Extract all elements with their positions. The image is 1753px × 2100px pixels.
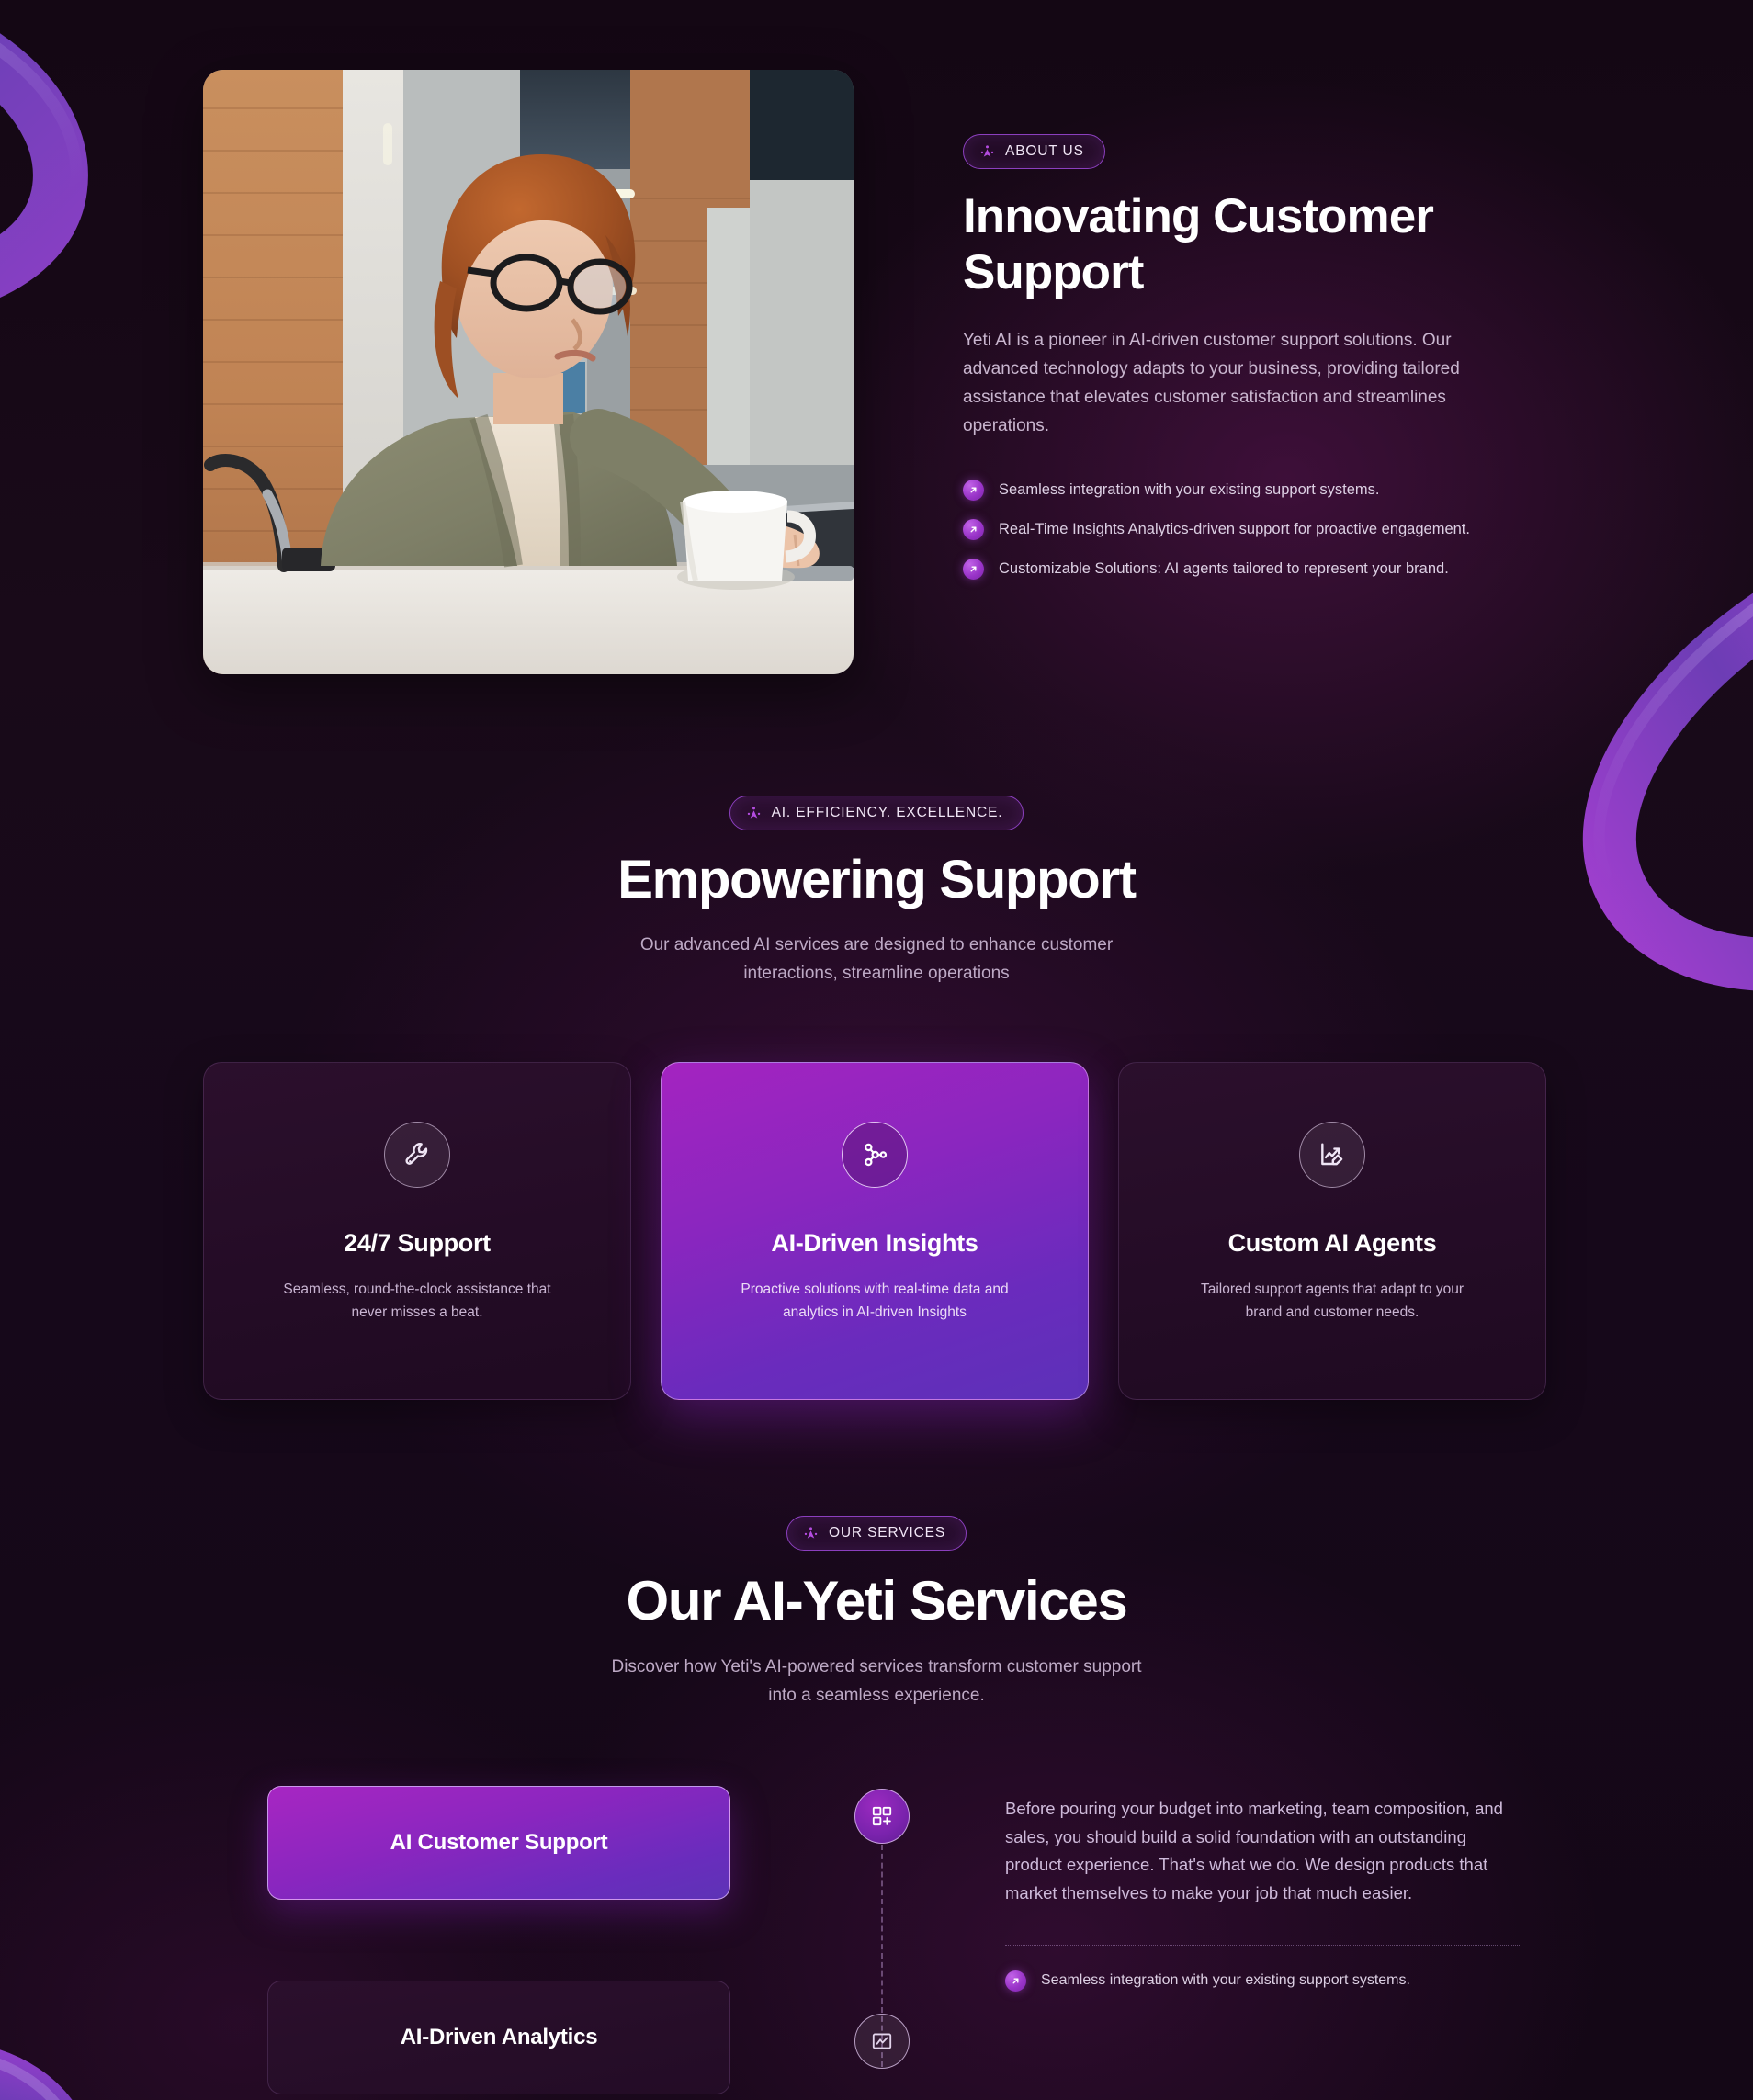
services-section: OUR SERVICES Our AI-Yeti Services Discov…: [0, 1516, 1753, 2094]
services-heading: Our AI-Yeti Services: [626, 1570, 1128, 1631]
services-paragraph: Before pouring your budget into marketin…: [1005, 1799, 1503, 1903]
empower-subheading: Our advanced AI services are designed to…: [639, 934, 1114, 983]
timeline-node-ai-driven-analytics[interactable]: [854, 2014, 910, 2069]
feature-card-custom-ai-agents[interactable]: Custom AI Agents Tailored support agents…: [1118, 1062, 1546, 1400]
feature-card-description: Proactive solutions with real-time data …: [741, 1281, 1009, 1320]
about-photo: [203, 70, 854, 674]
network-nodes-icon: [842, 1122, 908, 1188]
about-section: ABOUT US Innovating Customer Support Yet…: [0, 0, 1753, 726]
list-item-label: Customizable Solutions: AI agents tailor…: [999, 560, 1449, 577]
sparkle-icon: [980, 144, 994, 157]
feature-card-list: 24/7 Support Seamless, round-the-clock a…: [203, 1062, 1550, 1400]
list-item-label: Seamless integration with your existing …: [1041, 1972, 1410, 1989]
list-item-label: Real-Time Insights Analytics-driven supp…: [999, 520, 1470, 537]
chart-edit-icon: [1299, 1122, 1365, 1188]
about-heading: Innovating Customer Support: [963, 189, 1434, 300]
list-item: Seamless integration with your existing …: [963, 479, 1551, 501]
list-item: Customizable Solutions: AI agents tailor…: [963, 559, 1551, 581]
list-item: Real-Time Insights Analytics-driven supp…: [963, 518, 1551, 540]
empowering-support-section: AI. EFFICIENCY. EXCELLENCE. Empowering S…: [0, 796, 1753, 1400]
chart-box-icon: [872, 2033, 892, 2049]
empower-heading: Empowering Support: [617, 850, 1137, 909]
arrow-up-right-icon: [963, 559, 984, 581]
tab-ai-driven-analytics[interactable]: AI-Driven Analytics: [267, 1981, 730, 2094]
arrow-up-right-icon: [963, 518, 984, 540]
feature-card-title: Custom AI Agents: [1227, 1229, 1437, 1257]
about-bullet-list: Seamless integration with your existing …: [963, 479, 1551, 581]
arrow-up-right-icon: [1005, 1970, 1026, 1992]
about-paragraph: Yeti AI is a pioneer in AI-driven custom…: [963, 330, 1460, 435]
feature-card-title: AI-Driven Insights: [771, 1229, 978, 1257]
services-subheading: Discover how Yeti's AI-powered services …: [611, 1657, 1142, 1705]
empower-badge: AI. EFFICIENCY. EXCELLENCE.: [729, 796, 1024, 830]
services-body: AI Customer Support AI-Driven Analytics: [0, 1786, 1753, 2100]
services-badge-label: OUR SERVICES: [828, 1525, 946, 1541]
landing-page: ABOUT US Innovating Customer Support Yet…: [0, 0, 1753, 2100]
empower-header: AI. EFFICIENCY. EXCELLENCE. Empowering S…: [0, 796, 1753, 988]
services-header: OUR SERVICES Our AI-Yeti Services Discov…: [0, 1516, 1753, 1710]
empower-badge-label: AI. EFFICIENCY. EXCELLENCE.: [771, 805, 1003, 820]
arrow-up-right-icon: [963, 479, 984, 501]
wrench-icon: [384, 1122, 450, 1188]
tab-label: AI-Driven Analytics: [400, 2025, 598, 2049]
sparkle-icon: [747, 806, 760, 819]
about-badge-label: ABOUT US: [1005, 143, 1084, 159]
tab-label: AI Customer Support: [390, 1830, 608, 1855]
tab-ai-customer-support[interactable]: AI Customer Support: [267, 1786, 730, 1900]
list-item: Seamless integration with your existing …: [1005, 1970, 1520, 1992]
feature-card-24-7-support[interactable]: 24/7 Support Seamless, round-the-clock a…: [203, 1062, 631, 1400]
services-timeline-rail: [829, 1786, 935, 2100]
services-bullet-list: Seamless integration with your existing …: [1005, 1970, 1520, 1992]
about-copy: ABOUT US Innovating Customer Support Yet…: [963, 134, 1551, 581]
sparkle-icon: [804, 1526, 818, 1539]
divider: [1005, 1944, 1520, 1946]
services-copy: Before pouring your budget into marketin…: [1005, 1795, 1520, 1992]
services-tab-list: AI Customer Support AI-Driven Analytics: [267, 1786, 730, 2094]
about-badge: ABOUT US: [963, 134, 1105, 169]
feature-card-description: Tailored support agents that adapt to yo…: [1200, 1281, 1465, 1320]
feature-card-title: 24/7 Support: [344, 1229, 491, 1257]
services-badge: OUR SERVICES: [786, 1516, 967, 1551]
list-item-label: Seamless integration with your existing …: [999, 480, 1380, 498]
feature-card-ai-driven-insights[interactable]: AI-Driven Insights Proactive solutions w…: [661, 1062, 1089, 1400]
grid-plus-icon: [872, 1806, 892, 1826]
feature-card-description: Seamless, round-the-clock assistance tha…: [283, 1281, 551, 1320]
timeline-node-ai-customer-support[interactable]: [854, 1789, 910, 1844]
